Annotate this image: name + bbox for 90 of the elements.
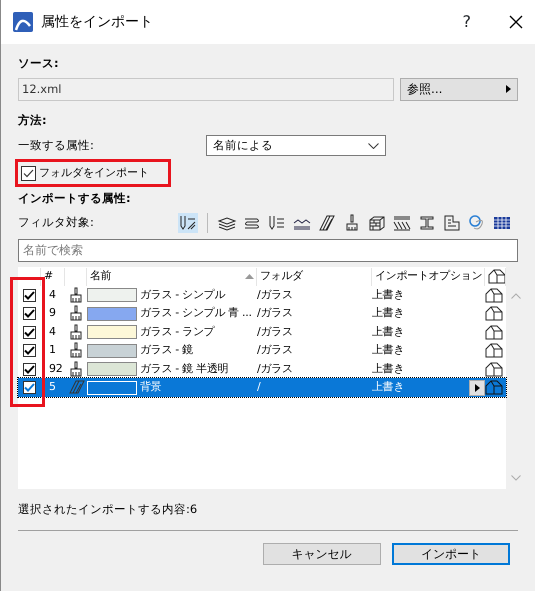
brush-icon	[69, 305, 83, 322]
sort-up-icon	[245, 274, 254, 280]
checkmark-icon	[24, 383, 35, 392]
table-cell: 1	[49, 343, 56, 356]
option-menu-button[interactable]	[469, 380, 485, 396]
field-label: フィルタ対象:	[18, 214, 94, 232]
triangle-right-icon	[474, 384, 480, 392]
checkmark-icon	[24, 309, 35, 318]
house-outline-icon	[485, 360, 503, 377]
table-cell: 9	[49, 306, 56, 320]
search-field[interactable]: 名前で検索	[18, 238, 518, 262]
status-text: 選択されたインポートする内容:6	[18, 500, 198, 518]
section-label: 方法:	[18, 112, 48, 130]
brush-icon	[69, 324, 83, 340]
floor-plan-icon	[442, 212, 462, 233]
folder-import-checkbox[interactable]: フォルダをインポート	[18, 162, 168, 184]
table-cell: 4	[49, 288, 56, 301]
table-cell-text: 上書き	[372, 379, 404, 396]
browse-button[interactable]: 参照...	[400, 78, 518, 101]
table-row[interactable]: 5 背景 / 上書き	[18, 378, 506, 397]
table-cell-text: ガラス - シンプル 青 ...	[140, 305, 252, 322]
table-cell-text: 上書き	[372, 286, 404, 303]
table-row[interactable]: 4 ガラス - シンプル /ガラス 上書き	[18, 286, 506, 304]
table-cell: /	[257, 380, 260, 394]
row-checkbox[interactable]	[23, 362, 36, 376]
table-cell-text: 背景	[140, 379, 162, 396]
table-cell: /ガラス	[257, 324, 293, 338]
brush-icon	[69, 342, 83, 358]
import-button[interactable]: インポート	[392, 543, 510, 566]
row-checkbox[interactable]	[23, 381, 36, 394]
table-row[interactable]: 4 ガラス - ランプ /ガラス 上書き	[18, 322, 506, 342]
table-cell: 92	[49, 362, 62, 375]
table-cell: /ガラス	[257, 288, 293, 301]
close-icon	[509, 15, 523, 30]
table-cell-text: ガラス - シンプル	[140, 286, 225, 303]
match-dropdown[interactable]: 名前による	[206, 135, 386, 156]
table-cell-text: 上書き	[372, 360, 404, 377]
table-cell-text: ガラス - 鏡 半透明	[140, 360, 228, 377]
house-outline-icon	[485, 305, 503, 322]
house-outline-icon	[485, 342, 503, 358]
row-checkbox[interactable]	[23, 307, 36, 320]
table-row[interactable]: 92 ガラス - 鏡 半透明 /ガラス 上書き	[18, 360, 506, 378]
checkmark-icon	[24, 364, 35, 374]
section-label: ソース:	[18, 54, 60, 72]
close-button[interactable]	[509, 13, 523, 31]
filter-button[interactable]	[442, 212, 462, 233]
table-cell-text: ガラス - ランプ	[140, 324, 214, 340]
table-cell: /ガラス	[257, 306, 293, 320]
triangle-right-icon	[506, 85, 511, 94]
column-header[interactable]: インポートオプション	[372, 268, 485, 286]
checkmark-icon	[22, 168, 34, 178]
table-cell-text: ガラス - 鏡	[140, 342, 193, 358]
table-cell: /ガラス	[257, 362, 293, 375]
chevron-down-icon	[368, 142, 379, 149]
table-cell: /ガラス	[257, 343, 293, 356]
checkmark-icon	[24, 290, 35, 300]
table-row[interactable]: 9 ガラス - シンプル 青 ... /ガラス 上書き	[18, 304, 506, 323]
hatch-icon	[317, 212, 337, 233]
brush-icon	[69, 360, 83, 377]
checkmark-icon	[24, 346, 35, 356]
checkmark-icon	[24, 328, 35, 337]
app-logo-icon	[13, 12, 33, 32]
row-checkbox[interactable]	[23, 344, 36, 358]
hatch-icon	[69, 380, 85, 394]
table-cell: 5	[49, 380, 56, 394]
column-header: #	[41, 268, 65, 286]
scroll-up-icon	[511, 293, 521, 300]
filter-button[interactable]	[317, 212, 337, 233]
house-outline-icon	[485, 324, 503, 340]
table-cell: 4	[49, 324, 56, 338]
table-row[interactable]: 1 ガラス - 鏡 /ガラス 上書き	[18, 341, 506, 360]
table-cell-text: 上書き	[372, 342, 404, 358]
house-outline-icon	[485, 379, 503, 396]
table-cell-text: 上書き	[372, 324, 404, 340]
scroll-down-icon	[511, 475, 521, 482]
house-outline-icon	[488, 268, 505, 284]
column-header[interactable]: 名前	[87, 268, 257, 286]
source-field[interactable]: 12.xml	[18, 78, 394, 101]
house-outline-icon	[485, 286, 503, 303]
help-button[interactable]: ?	[462, 10, 471, 34]
brush-icon	[69, 286, 83, 303]
row-checkbox[interactable]	[23, 326, 36, 339]
table-cell-text: 上書き	[372, 305, 404, 322]
column-header[interactable]: フォルダ	[257, 268, 372, 286]
window-title: 属性をインポート	[41, 12, 154, 32]
cancel-button[interactable]: キャンセル	[262, 543, 380, 566]
filter-button[interactable]	[178, 212, 198, 233]
section-label: インポートする属性:	[18, 190, 132, 207]
field-label: 一致する属性:	[18, 137, 94, 154]
row-checkbox[interactable]	[23, 288, 36, 302]
